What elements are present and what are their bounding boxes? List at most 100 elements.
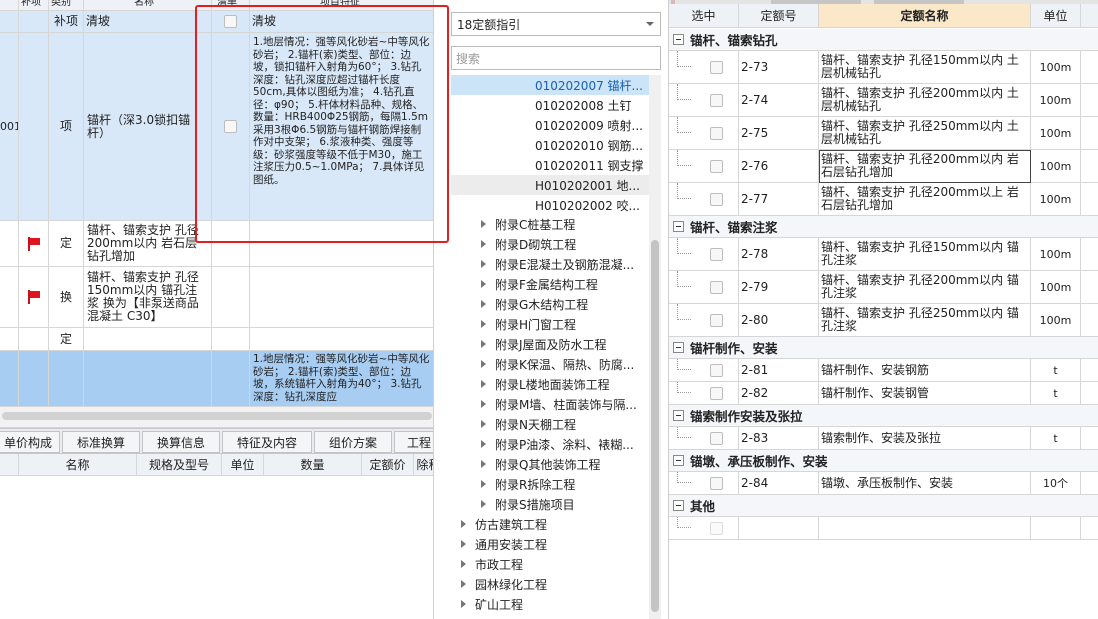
row-features-cell[interactable]: 1.地层情况：强等风化砂岩~中等风化砂岩； 2.锚杆(索)类型、部位：边坡，系统… (250, 351, 433, 407)
quota-row-name[interactable]: 锚杆、锚索支护 孔径250mm以内 土层机械钻孔 (819, 117, 1031, 150)
quota-row-extra[interactable] (1081, 117, 1098, 150)
list-checkbox[interactable] (224, 15, 237, 28)
quota-row-code[interactable]: 2-77 (739, 183, 819, 216)
search-input[interactable]: 搜索 (451, 46, 661, 70)
tree-item-category[interactable]: 通用安装工程 (461, 534, 547, 554)
tree-item-appendix[interactable]: 附录M墙、柱面装饰与隔... (481, 394, 637, 414)
tree-item-appendix[interactable]: 附录N天棚工程 (481, 414, 576, 434)
vertical-scrollbar[interactable] (649, 75, 661, 619)
quota-row-extra[interactable] (1081, 382, 1098, 405)
tree-item-appendix[interactable]: 附录Q其他装饰工程 (481, 454, 600, 474)
tree-item-code[interactable]: H010202002 咬... (451, 195, 649, 215)
row-list-cell[interactable] (212, 33, 250, 221)
row-name-cell[interactable]: 清坡 (84, 11, 212, 33)
collapse-icon[interactable] (673, 34, 684, 45)
quota-group-header[interactable]: 锚墩、承压板制作、安装 (669, 450, 1098, 472)
quota-row-checkbox[interactable] (710, 432, 723, 445)
row-flag-cell[interactable] (19, 11, 49, 33)
quota-row-checkbox[interactable] (710, 61, 723, 74)
tree-item-category[interactable]: 矿山工程 (461, 594, 523, 614)
quota-row-name[interactable]: 锚索制作、安装及张拉 (819, 427, 1031, 450)
tab-unit-price[interactable]: 单价构成 (0, 431, 60, 453)
quota-row-unit[interactable]: t (1031, 359, 1081, 382)
quota-row-name[interactable]: 锚杆、锚索支护 孔径200mm以上 岩石层钻孔增加 (819, 183, 1031, 216)
row-flag-cell[interactable] (19, 33, 49, 221)
collapse-icon[interactable] (673, 221, 684, 232)
tree-item-appendix[interactable]: 附录C桩基工程 (481, 214, 575, 234)
quota-row-name[interactable]: 锚杆、锚索支护 孔径200mm以内 土层机械钻孔 (819, 84, 1031, 117)
row-features-cell[interactable] (250, 328, 433, 351)
quota-row-code[interactable]: 2-80 (739, 304, 819, 337)
tab-project[interactable]: 工程 (394, 431, 433, 453)
header-selected[interactable]: 选中 (669, 4, 739, 28)
quota-row-extra[interactable] (1081, 517, 1098, 540)
row-list-cell[interactable] (212, 328, 250, 351)
quota-group-header[interactable]: 其他 (669, 495, 1098, 517)
header-unit[interactable]: 单位 (1031, 4, 1081, 28)
tree-item-category[interactable]: 仿古建筑工程 (461, 514, 547, 534)
quota-row-unit[interactable]: 100m (1031, 238, 1081, 271)
quota-group-header[interactable]: 锚索制作安装及张拉 (669, 405, 1098, 427)
quota-row-extra[interactable] (1081, 51, 1098, 84)
quota-row-checkbox[interactable] (710, 314, 723, 327)
quota-row-checkbox[interactable] (710, 94, 723, 107)
guide-dropdown[interactable]: 18定额指引 (451, 12, 661, 36)
quota-row-code[interactable]: 2-84 (739, 472, 819, 495)
quota-row-checkbox[interactable] (710, 364, 723, 377)
quota-row-unit[interactable]: 100m (1031, 150, 1081, 183)
collapse-icon[interactable] (673, 455, 684, 466)
quota-row-select-cell[interactable] (669, 304, 739, 337)
quota-row-unit[interactable]: 100m (1031, 271, 1081, 304)
row-name-cell[interactable]: 锚杆、锚索支护 孔径150mm以内 锚孔注浆 换为【非泵送商品混凝土 C30】 (84, 267, 212, 328)
quota-row-extra[interactable] (1081, 271, 1098, 304)
row-features-cell[interactable]: 1.地层情况：强等风化砂岩~中等风化砂岩； 2.锚杆(索)类型、部位：边坡，锁扣… (250, 33, 433, 221)
tree-item-code[interactable]: 010202008 土钉 (451, 95, 649, 115)
row-list-cell[interactable] (212, 351, 250, 407)
tree-item-code[interactable]: 010202011 钢支撑 (451, 155, 649, 175)
quota-row-checkbox[interactable] (710, 160, 723, 173)
tree-item-appendix[interactable]: 附录P油漆、涂料、裱糊... (481, 434, 634, 454)
tab-pricing-plan[interactable]: 组价方案 (314, 431, 392, 453)
quota-row-code[interactable]: 2-79 (739, 271, 819, 304)
tree-item-appendix[interactable]: 附录H门窗工程 (481, 314, 576, 334)
tree-item-appendix[interactable]: 附录G木结构工程 (481, 294, 588, 314)
row-type-cell[interactable]: 定 (49, 328, 84, 351)
quota-row-unit[interactable]: 100m (1031, 183, 1081, 216)
row-flag-cell[interactable] (19, 351, 49, 407)
list-checkbox[interactable] (224, 120, 237, 133)
row-type-cell[interactable]: 补项 (49, 11, 84, 33)
row-list-cell[interactable] (212, 11, 250, 33)
tree-item-category[interactable]: 市政工程 (461, 554, 523, 574)
quota-row-checkbox[interactable] (710, 193, 723, 206)
tree-item-appendix[interactable]: 附录K保温、隔热、防腐... (481, 354, 634, 374)
tree-item-appendix[interactable]: 附录F金属结构工程 (481, 274, 598, 294)
tree-item-appendix[interactable]: 附录R拆除工程 (481, 474, 575, 494)
quota-row-select-cell[interactable] (669, 183, 739, 216)
quota-row-checkbox[interactable] (710, 281, 723, 294)
tab-conversion-info[interactable]: 换算信息 (142, 431, 220, 453)
quota-row-select-cell[interactable] (669, 150, 739, 183)
header-extra[interactable] (1081, 4, 1098, 28)
tab-features-content[interactable]: 特征及内容 (222, 431, 312, 453)
row-name-cell[interactable]: 锚杆（深3.0锁扣锚杆） (84, 33, 212, 221)
row-type-cell[interactable]: 换 (49, 267, 84, 328)
quota-row-name[interactable]: 锚杆制作、安装钢管 (819, 382, 1031, 405)
row-flag-cell[interactable] (19, 267, 49, 328)
quota-row-code[interactable]: 2-83 (739, 427, 819, 450)
quota-row-code[interactable]: 2-74 (739, 84, 819, 117)
tree-item-code[interactable]: 010202007 锚杆... (451, 75, 649, 95)
row-name-cell[interactable] (84, 328, 212, 351)
quota-row-checkbox[interactable] (710, 477, 723, 490)
row-name-cell[interactable] (84, 351, 212, 407)
row-name-cell[interactable]: 锚杆、锚索支护 孔径200mm以内 岩石层钻孔增加 (84, 221, 212, 267)
quota-row-unit[interactable]: t (1031, 382, 1081, 405)
row-index-cell[interactable] (0, 267, 19, 328)
row-type-cell[interactable]: 项 (49, 33, 84, 221)
quota-row-code[interactable]: 2-76 (739, 150, 819, 183)
quota-row-extra[interactable] (1081, 472, 1098, 495)
quota-row-select-cell[interactable] (669, 427, 739, 450)
tree-item-appendix[interactable]: 附录L楼地面装饰工程 (481, 374, 610, 394)
quota-row-unit[interactable]: 100m (1031, 84, 1081, 117)
quota-row-code[interactable] (739, 517, 819, 540)
quota-group-header[interactable]: 锚杆、锚索注浆 (669, 216, 1098, 238)
